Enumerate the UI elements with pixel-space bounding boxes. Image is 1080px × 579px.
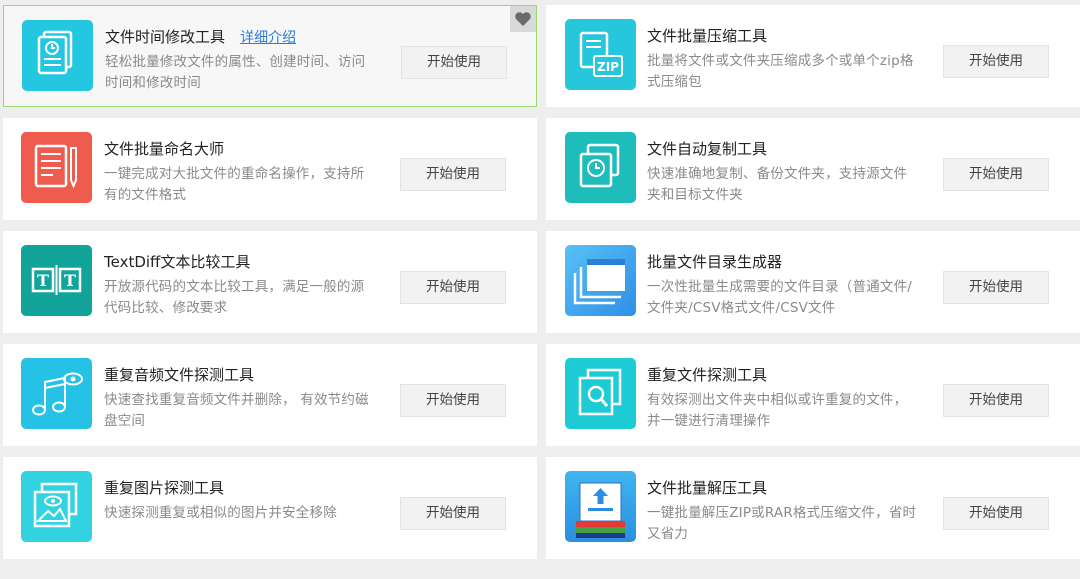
tool-description: 一次性批量生成需要的文件目录（普通文件/文件夹/CSV格式文件/CSV文件 bbox=[647, 279, 913, 316]
tool-title: 文件时间修改工具 bbox=[105, 28, 226, 46]
zip-document-icon: ZIP bbox=[565, 19, 636, 90]
tool-description: 有效探测出文件夹中相似或许重复的文件，并一键进行清理操作 bbox=[647, 392, 908, 429]
music-notes-eye-icon bbox=[21, 358, 92, 429]
tool-card-batch-extract: 文件批量解压工具 一键批量解压ZIP或RAR格式压缩文件，省时又省力 开始使用 bbox=[546, 457, 1080, 559]
start-button[interactable]: 开始使用 bbox=[943, 497, 1049, 530]
tool-title: 重复音频文件探测工具 bbox=[104, 366, 255, 384]
start-button[interactable]: 开始使用 bbox=[400, 271, 506, 304]
document-clock-icon bbox=[22, 20, 93, 91]
tool-description: 快速探测重复或相似的图片并安全移除 bbox=[104, 505, 337, 521]
tool-title-row: 重复音频文件探测工具 bbox=[104, 364, 254, 385]
picture-eye-icon bbox=[21, 471, 92, 542]
folder-stack-icon bbox=[565, 245, 636, 316]
tool-title: 批量文件目录生成器 bbox=[647, 253, 783, 271]
tool-title-row: 文件批量压缩工具 bbox=[647, 25, 767, 46]
tool-description: 一键完成对大批文件的重命名操作，支持所有的文件格式 bbox=[104, 166, 365, 203]
tool-title-row: 文件自动复制工具 bbox=[647, 138, 767, 159]
tool-card-auto-copy: 文件自动复制工具 快速准确地复制、备份文件夹，支持源文件夹和目标文件夹 开始使用 bbox=[546, 118, 1080, 220]
start-button[interactable]: 开始使用 bbox=[943, 45, 1049, 78]
start-button[interactable]: 开始使用 bbox=[943, 271, 1049, 304]
tool-title-row: 文件批量解压工具 bbox=[647, 477, 767, 498]
svg-text:T: T bbox=[37, 271, 49, 290]
tool-title-row: 文件批量命名大师 bbox=[104, 138, 224, 159]
tool-card-dup-image: 重复图片探测工具 快速探测重复或相似的图片并安全移除 开始使用 bbox=[3, 457, 537, 559]
tool-title-row: 重复文件探测工具 bbox=[647, 364, 767, 385]
tool-title-row: TextDiff文本比较工具 bbox=[104, 251, 250, 272]
tool-card-dir-generator: 批量文件目录生成器 一次性批量生成需要的文件目录（普通文件/文件夹/CSV格式文… bbox=[546, 231, 1080, 333]
tool-title: 文件批量命名大师 bbox=[104, 140, 225, 158]
tool-card-dup-file: 重复文件探测工具 有效探测出文件夹中相似或许重复的文件，并一键进行清理操作 开始… bbox=[546, 344, 1080, 446]
tool-title: 文件批量解压工具 bbox=[647, 479, 768, 497]
tool-title: 文件自动复制工具 bbox=[647, 140, 768, 158]
tool-title: 文件批量压缩工具 bbox=[647, 27, 768, 45]
tool-card-batch-rename: 文件批量命名大师 一键完成对大批文件的重命名操作，支持所有的文件格式 开始使用 bbox=[3, 118, 537, 220]
start-button[interactable]: 开始使用 bbox=[943, 384, 1049, 417]
tool-card-textdiff: T T TextDiff文本比较工具 开放源代码的文本比较工具，满足一般的源代码… bbox=[3, 231, 537, 333]
tool-title-row: 重复图片探测工具 bbox=[104, 477, 224, 498]
tool-card-dup-audio: 重复音频文件探测工具 快速查找重复音频文件并删除， 有效节约磁盘空间 开始使用 bbox=[3, 344, 537, 446]
tool-title-row: 批量文件目录生成器 bbox=[647, 251, 782, 272]
tool-grid: 文件时间修改工具 详细介绍 轻松批量修改文件的属性、创建时间、访问时间和修改时间… bbox=[0, 0, 1080, 579]
start-button[interactable]: 开始使用 bbox=[401, 46, 507, 79]
svg-text:T: T bbox=[64, 271, 76, 290]
archive-extract-icon bbox=[565, 471, 636, 542]
start-button[interactable]: 开始使用 bbox=[400, 384, 506, 417]
start-button[interactable]: 开始使用 bbox=[943, 158, 1049, 191]
tool-description: 快速准确地复制、备份文件夹，支持源文件夹和目标文件夹 bbox=[647, 166, 908, 203]
tool-title-row: 文件时间修改工具 详细介绍 bbox=[105, 26, 296, 47]
tool-description: 轻松批量修改文件的属性、创建时间、访问时间和修改时间 bbox=[105, 54, 366, 91]
start-button[interactable]: 开始使用 bbox=[400, 158, 506, 191]
tool-title: TextDiff文本比较工具 bbox=[104, 253, 251, 271]
copy-clock-icon bbox=[565, 132, 636, 203]
tool-card-batch-compress: ZIP 文件批量压缩工具 批量将文件或文件夹压缩成多个或单个zip格式压缩包 开… bbox=[546, 5, 1080, 107]
document-pen-icon bbox=[21, 132, 92, 203]
tool-description: 开放源代码的文本比较工具，满足一般的源代码比较、修改要求 bbox=[104, 279, 365, 316]
text-compare-icon: T T bbox=[21, 245, 92, 316]
tool-description: 快速查找重复音频文件并删除， 有效节约磁盘空间 bbox=[104, 392, 369, 429]
tool-title: 重复图片探测工具 bbox=[104, 479, 225, 497]
tool-title: 重复文件探测工具 bbox=[647, 366, 768, 384]
heart-icon[interactable] bbox=[510, 6, 536, 32]
file-search-icon bbox=[565, 358, 636, 429]
tool-description: 批量将文件或文件夹压缩成多个或单个zip格式压缩包 bbox=[647, 53, 914, 90]
detail-link[interactable]: 详细介绍 bbox=[240, 30, 296, 46]
svg-text:ZIP: ZIP bbox=[597, 60, 619, 74]
start-button[interactable]: 开始使用 bbox=[400, 497, 506, 530]
tool-description: 一键批量解压ZIP或RAR格式压缩文件，省时又省力 bbox=[647, 505, 917, 542]
tool-card-file-time: 文件时间修改工具 详细介绍 轻松批量修改文件的属性、创建时间、访问时间和修改时间… bbox=[3, 5, 537, 107]
